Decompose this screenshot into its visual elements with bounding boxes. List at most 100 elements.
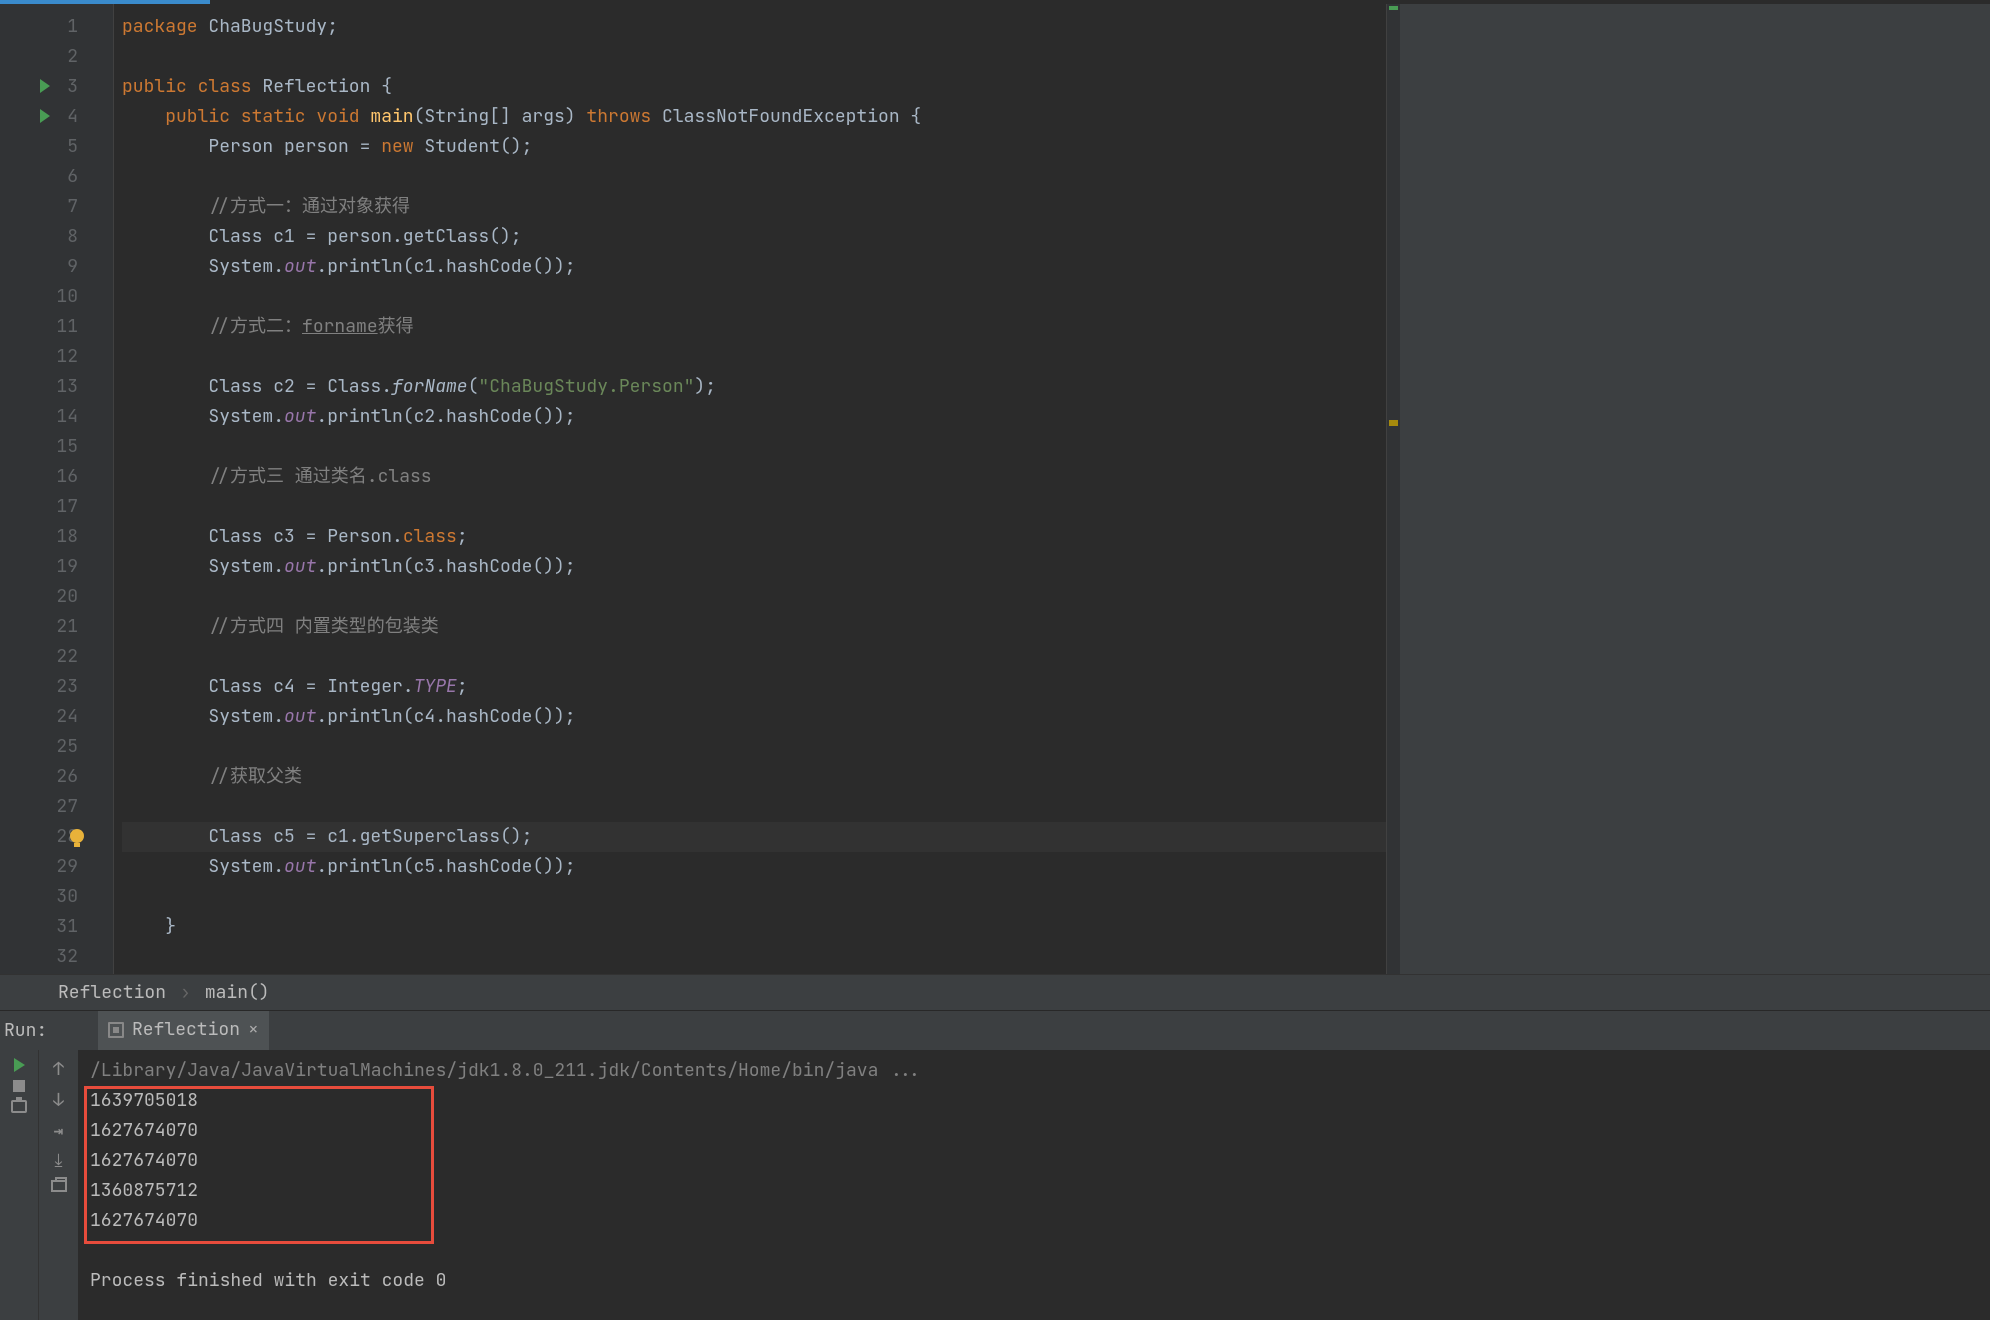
code-line[interactable] bbox=[122, 492, 1386, 522]
fold-cell[interactable] bbox=[100, 402, 113, 432]
line-number[interactable]: 6 bbox=[0, 162, 100, 192]
run-tab[interactable]: Reflection × bbox=[98, 1011, 269, 1050]
code-line[interactable]: Person person = new Student(); bbox=[122, 132, 1386, 162]
fold-cell[interactable] bbox=[100, 702, 113, 732]
code-line[interactable]: Class c2 = Class.forName("ChaBugStudy.Pe… bbox=[122, 372, 1386, 402]
fold-cell[interactable] bbox=[100, 72, 113, 102]
line-number[interactable]: 7 bbox=[0, 192, 100, 222]
code-line[interactable] bbox=[122, 642, 1386, 672]
fold-cell[interactable] bbox=[100, 252, 113, 282]
code-line[interactable] bbox=[122, 942, 1386, 972]
line-number[interactable]: 10 bbox=[0, 282, 100, 312]
down-stack-icon[interactable]: ↓ bbox=[53, 1089, 64, 1112]
line-number[interactable]: 8 bbox=[0, 222, 100, 252]
line-number[interactable]: 19 bbox=[0, 552, 100, 582]
code-line[interactable] bbox=[122, 162, 1386, 192]
code-line[interactable]: System.out.println(c2.hashCode()); bbox=[122, 402, 1386, 432]
breadcrumb-method[interactable]: main() bbox=[205, 981, 270, 1004]
code-line[interactable]: //方式二：forname获得 bbox=[122, 312, 1386, 342]
fold-cell[interactable] bbox=[100, 732, 113, 762]
line-number[interactable]: 3 bbox=[0, 72, 100, 102]
line-number[interactable]: 20 bbox=[0, 582, 100, 612]
fold-cell[interactable] bbox=[100, 432, 113, 462]
gutter[interactable]: 1234567891011121314151617181920212223242… bbox=[0, 4, 100, 974]
fold-cell[interactable] bbox=[100, 42, 113, 72]
line-number[interactable]: 26 bbox=[0, 762, 100, 792]
line-number[interactable]: 24 bbox=[0, 702, 100, 732]
code-line[interactable]: Class c1 = person.getClass(); bbox=[122, 222, 1386, 252]
line-number[interactable]: 32 bbox=[0, 942, 100, 972]
fold-cell[interactable] bbox=[100, 12, 113, 42]
code-line[interactable] bbox=[122, 792, 1386, 822]
fold-cell[interactable] bbox=[100, 792, 113, 822]
run-gutter-icon[interactable] bbox=[40, 109, 56, 125]
fold-cell[interactable] bbox=[100, 522, 113, 552]
code-line[interactable]: System.out.println(c5.hashCode()); bbox=[122, 852, 1386, 882]
code-line[interactable]: System.out.println(c4.hashCode()); bbox=[122, 702, 1386, 732]
code-line[interactable] bbox=[122, 342, 1386, 372]
fold-cell[interactable] bbox=[100, 162, 113, 192]
rerun-icon[interactable] bbox=[14, 1058, 25, 1072]
line-number[interactable]: 14 bbox=[0, 402, 100, 432]
fold-cell[interactable] bbox=[100, 282, 113, 312]
line-number[interactable]: 21 bbox=[0, 612, 100, 642]
fold-cell[interactable] bbox=[100, 642, 113, 672]
code-line[interactable]: package ChaBugStudy; bbox=[122, 12, 1386, 42]
line-number[interactable]: 30 bbox=[0, 882, 100, 912]
code-line[interactable] bbox=[122, 882, 1386, 912]
line-number[interactable]: 5 bbox=[0, 132, 100, 162]
line-number[interactable]: 18 bbox=[0, 522, 100, 552]
fold-cell[interactable] bbox=[100, 552, 113, 582]
line-number[interactable]: 17 bbox=[0, 492, 100, 522]
fold-cell[interactable] bbox=[100, 672, 113, 702]
print-icon[interactable] bbox=[51, 1180, 67, 1192]
code-line[interactable] bbox=[122, 582, 1386, 612]
line-number[interactable]: 22 bbox=[0, 642, 100, 672]
fold-cell[interactable] bbox=[100, 852, 113, 882]
line-number[interactable]: 12 bbox=[0, 342, 100, 372]
error-stripe[interactable] bbox=[1386, 4, 1400, 974]
code-line[interactable]: //获取父类 bbox=[122, 762, 1386, 792]
line-number[interactable]: 28 bbox=[0, 822, 100, 852]
stop-icon[interactable] bbox=[13, 1080, 25, 1092]
fold-cell[interactable] bbox=[100, 342, 113, 372]
fold-cell[interactable] bbox=[100, 312, 113, 342]
line-number[interactable]: 23 bbox=[0, 672, 100, 702]
code-line[interactable]: //方式三 通过类名.class bbox=[122, 462, 1386, 492]
code-line[interactable] bbox=[122, 282, 1386, 312]
line-number[interactable]: 15 bbox=[0, 432, 100, 462]
code-line[interactable] bbox=[122, 732, 1386, 762]
fold-cell[interactable] bbox=[100, 942, 113, 972]
line-number[interactable]: 25 bbox=[0, 732, 100, 762]
code-line[interactable]: Class c5 = c1.getSuperclass(); bbox=[122, 822, 1386, 852]
breadcrumb-class[interactable]: Reflection bbox=[58, 981, 166, 1004]
code-line[interactable]: //方式四 内置类型的包装类 bbox=[122, 612, 1386, 642]
line-number[interactable]: 1 bbox=[0, 12, 100, 42]
fold-cell[interactable] bbox=[100, 822, 113, 852]
line-number[interactable]: 31 bbox=[0, 912, 100, 942]
fold-cell[interactable] bbox=[100, 102, 113, 132]
code-line[interactable]: } bbox=[122, 912, 1386, 942]
intention-bulb-icon[interactable] bbox=[70, 829, 86, 845]
fold-column[interactable] bbox=[100, 4, 114, 974]
fold-cell[interactable] bbox=[100, 372, 113, 402]
dump-threads-icon[interactable] bbox=[11, 1100, 27, 1113]
line-number[interactable]: 4 bbox=[0, 102, 100, 132]
code-line[interactable]: public static void main(String[] args) t… bbox=[122, 102, 1386, 132]
code-line[interactable]: System.out.println(c1.hashCode()); bbox=[122, 252, 1386, 282]
scroll-to-end-icon[interactable]: ⤓ bbox=[55, 1149, 63, 1172]
fold-cell[interactable] bbox=[100, 762, 113, 792]
up-stack-icon[interactable]: ↑ bbox=[53, 1058, 64, 1081]
warning-mark[interactable] bbox=[1389, 420, 1398, 426]
code-line[interactable]: //方式一：通过对象获得 bbox=[122, 192, 1386, 222]
fold-cell[interactable] bbox=[100, 132, 113, 162]
close-icon[interactable]: × bbox=[248, 1018, 259, 1041]
code-line[interactable]: public class Reflection { bbox=[122, 72, 1386, 102]
code-line[interactable]: Class c3 = Person.class; bbox=[122, 522, 1386, 552]
line-number[interactable]: 29 bbox=[0, 852, 100, 882]
fold-cell[interactable] bbox=[100, 912, 113, 942]
line-number[interactable]: 2 bbox=[0, 42, 100, 72]
fold-cell[interactable] bbox=[100, 192, 113, 222]
line-number[interactable]: 9 bbox=[0, 252, 100, 282]
fold-cell[interactable] bbox=[100, 462, 113, 492]
